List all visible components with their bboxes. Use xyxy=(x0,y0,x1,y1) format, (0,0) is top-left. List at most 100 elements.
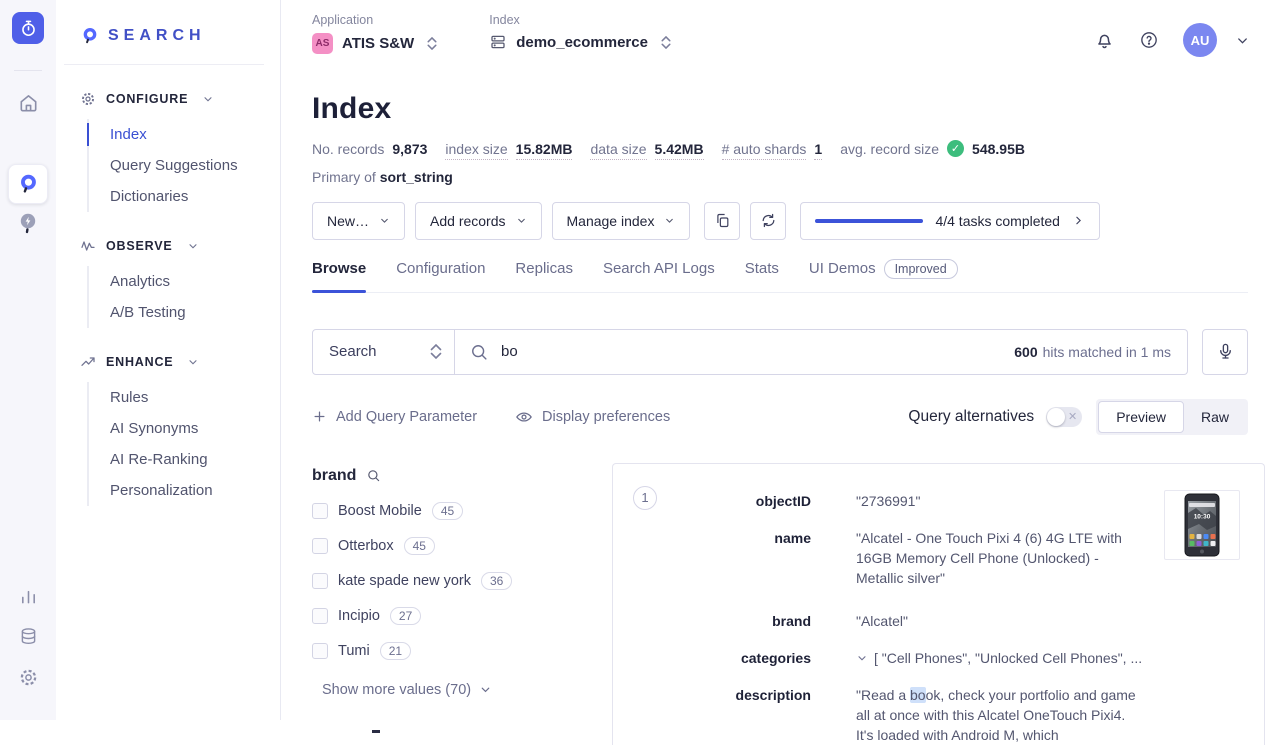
field-objectid: objectID "2736991" xyxy=(661,491,1144,511)
field-categories: categories [ "Cell Phones", "Unlocked Ce… xyxy=(661,648,1144,668)
facet-value-row[interactable]: kate spade new york 36 xyxy=(312,572,612,590)
checkbox[interactable] xyxy=(312,503,328,519)
page-title: Index xyxy=(312,92,1248,126)
facet-count: 27 xyxy=(390,607,421,625)
stat-index-size: index size 15.82MB xyxy=(445,141,572,160)
chevron-down-icon xyxy=(202,93,214,105)
query-bar: Add Query Parameter Display preferences … xyxy=(312,399,1248,435)
query-alternatives-toggle[interactable]: ✕ xyxy=(1046,407,1082,427)
database-icon[interactable] xyxy=(0,626,56,648)
facet-count: 21 xyxy=(380,642,411,660)
sidebar-item-personalization[interactable]: Personalization xyxy=(89,475,280,506)
chevron-updown-icon xyxy=(427,37,437,50)
chevron-down-icon[interactable] xyxy=(856,652,868,664)
next-facet-clipped xyxy=(372,730,380,733)
add-query-parameter-button[interactable]: Add Query Parameter xyxy=(312,409,477,425)
sidebar-item-ab-testing[interactable]: A/B Testing xyxy=(89,297,280,328)
search-icon xyxy=(469,342,489,362)
recommend-icon[interactable] xyxy=(0,212,56,234)
close-icon: ✕ xyxy=(1068,410,1077,423)
tab-browse[interactable]: Browse xyxy=(312,260,366,277)
copy-button[interactable] xyxy=(704,202,740,240)
checkbox[interactable] xyxy=(312,538,328,554)
search-input[interactable] xyxy=(501,343,997,360)
checkbox[interactable] xyxy=(312,608,328,624)
chevron-updown-icon xyxy=(661,36,671,49)
search-icon[interactable] xyxy=(366,468,381,483)
facet-value-row[interactable]: Otterbox 45 xyxy=(312,537,612,555)
tab-stats[interactable]: Stats xyxy=(745,260,779,277)
sidebar-item-index[interactable]: Index xyxy=(89,119,280,150)
search-logo-text: SEARCH xyxy=(108,27,206,45)
sidebar-section-header-enhance[interactable]: ENHANCE xyxy=(56,354,280,370)
sidebar-item-dictionaries[interactable]: Dictionaries xyxy=(89,181,280,212)
gear-icon xyxy=(80,91,96,107)
tab-replicas[interactable]: Replicas xyxy=(515,260,573,277)
refresh-button[interactable] xyxy=(750,202,786,240)
search-logo[interactable]: SEARCH xyxy=(56,0,280,46)
add-records-button[interactable]: Add records xyxy=(415,202,541,240)
voice-search-button[interactable] xyxy=(1202,329,1248,375)
field-description: description "Read a book, check your por… xyxy=(661,685,1144,745)
tab-ui-demos[interactable]: UI Demos Improved xyxy=(809,259,958,279)
tab-search-api-logs[interactable]: Search API Logs xyxy=(603,260,715,277)
query-alternatives-label: Query alternatives xyxy=(908,408,1034,426)
stat-avg-record-size: avg. record size ✓ 548.95B xyxy=(840,140,1025,157)
sidebar-section-header-configure[interactable]: CONFIGURE xyxy=(56,91,280,107)
sidebar-section-header-observe[interactable]: OBSERVE xyxy=(56,238,280,254)
display-preferences-button[interactable]: Display preferences xyxy=(515,408,670,426)
sidebar-item-analytics[interactable]: Analytics xyxy=(89,266,280,297)
preview-tab[interactable]: Preview xyxy=(1098,401,1184,433)
facet-count: 36 xyxy=(481,572,512,590)
sidebar-item-ai-reranking[interactable]: AI Re-Ranking xyxy=(89,444,280,475)
app-logo[interactable] xyxy=(12,12,44,44)
application-value: ATIS S&W xyxy=(342,35,414,52)
refresh-icon xyxy=(760,212,777,229)
sidebar-item-query-suggestions[interactable]: Query Suggestions xyxy=(89,150,280,181)
search-box: 600 hits matched in 1 ms xyxy=(455,329,1188,375)
eye-icon xyxy=(515,408,533,426)
gear-icon[interactable] xyxy=(0,667,56,688)
sidebar: SEARCH CONFIGURE Index Query Suggestions… xyxy=(56,0,281,720)
facet-title-brand: brand xyxy=(312,467,612,485)
help-icon[interactable] xyxy=(1139,30,1159,50)
bell-icon[interactable] xyxy=(1094,30,1115,51)
query-match-highlight: bo xyxy=(910,687,926,703)
search-pin-icon xyxy=(80,26,100,46)
bar-chart-icon[interactable] xyxy=(0,586,56,607)
new-button[interactable]: New… xyxy=(312,202,405,240)
facet-value-row[interactable]: Tumi 21 xyxy=(312,642,612,660)
tasks-label: 4/4 tasks completed xyxy=(935,213,1060,229)
field-brand: brand "Alcatel" xyxy=(661,611,1144,631)
chevron-down-icon[interactable] xyxy=(1235,33,1250,48)
chevron-down-icon xyxy=(664,215,675,226)
product-rail xyxy=(0,0,56,720)
home-icon[interactable] xyxy=(0,92,56,115)
avatar[interactable]: AU xyxy=(1183,23,1217,57)
manage-index-button[interactable]: Manage index xyxy=(552,202,691,240)
facet-value-row[interactable]: Boost Mobile 45 xyxy=(312,502,612,520)
facet-value-row[interactable]: Incipio 27 xyxy=(312,607,612,625)
activity-icon xyxy=(80,238,96,254)
sidebar-item-ai-synonyms[interactable]: AI Synonyms xyxy=(89,413,280,444)
tasks-progress-bar xyxy=(815,219,923,223)
tab-configuration[interactable]: Configuration xyxy=(396,260,485,277)
search-product-icon xyxy=(17,173,39,195)
view-mode-switch: Preview Raw xyxy=(1096,399,1248,435)
index-selector[interactable]: Index demo_ecommerce xyxy=(489,13,671,51)
checkbox[interactable] xyxy=(312,573,328,589)
search-type-select[interactable]: Search xyxy=(312,329,455,375)
sidebar-item-rules[interactable]: Rules xyxy=(89,382,280,413)
rail-item-search-active[interactable] xyxy=(8,164,48,204)
result-rank-badge: 1 xyxy=(633,486,657,510)
tasks-progress-widget[interactable]: 4/4 tasks completed xyxy=(800,202,1100,240)
application-selector[interactable]: Application AS ATIS S&W xyxy=(312,13,437,54)
checkbox[interactable] xyxy=(312,643,328,659)
mic-icon xyxy=(1216,342,1235,361)
application-label: Application xyxy=(312,13,437,27)
raw-tab[interactable]: Raw xyxy=(1184,401,1246,433)
show-more-values-button[interactable]: Show more values (70) xyxy=(322,682,612,698)
sidebar-section-observe: OBSERVE Analytics A/B Testing xyxy=(56,238,280,328)
chevron-down-icon xyxy=(187,240,199,252)
stat-no-records: No. records 9,873 xyxy=(312,141,427,157)
